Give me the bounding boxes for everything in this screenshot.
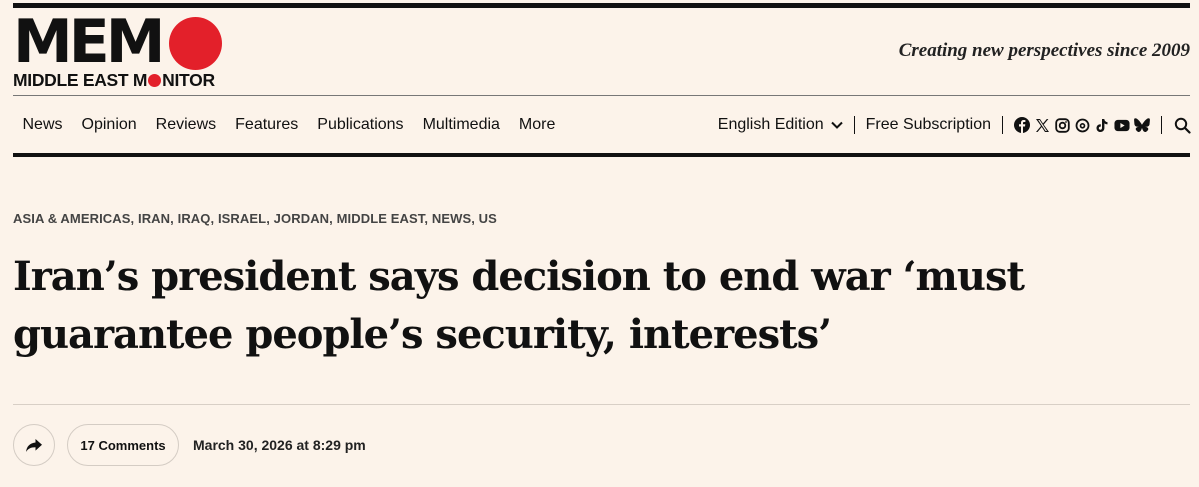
article-headline: Iran’s president says decision to end wa…: [13, 248, 1113, 364]
category-link[interactable]: ASIA & AMERICAS: [13, 211, 131, 226]
headline-line-2: guarantee people’s security, interests’: [13, 311, 832, 358]
category-link[interactable]: MIDDLE EAST: [337, 211, 425, 226]
nav-separator: [1161, 116, 1162, 134]
edition-label: English Edition: [717, 116, 824, 133]
nav-item-opinion[interactable]: Opinion: [72, 116, 146, 134]
category-list: ASIA & AMERICAS, IRAN, IRAQ, ISRAEL, JOR…: [13, 211, 497, 226]
instagram-icon[interactable]: [1054, 117, 1070, 133]
nav-item-reviews[interactable]: Reviews: [146, 116, 225, 134]
nav-item-more[interactable]: More: [509, 116, 564, 134]
share-arrow-icon: [26, 438, 42, 452]
logo-o-dot-icon: [148, 74, 162, 87]
search-icon[interactable]: [1173, 116, 1191, 134]
header-divider: [13, 95, 1190, 96]
facebook-icon[interactable]: [1014, 117, 1030, 133]
chevron-down-icon: [830, 121, 843, 129]
main-nav: News Opinion Reviews Features Publicatio…: [13, 110, 565, 140]
youtube-icon[interactable]: [1114, 117, 1130, 133]
memo-logo[interactable]: MEM MIDDLE EAST M NITOR: [13, 8, 228, 90]
social-links: [1014, 117, 1150, 133]
headline-line-1: Iran’s president says decision to end wa…: [13, 253, 1025, 300]
logo-red-dot: [169, 17, 222, 70]
nav-separator: [1002, 116, 1003, 134]
top-border: [13, 3, 1190, 8]
meta-divider: [13, 404, 1190, 405]
category-link[interactable]: NEWS: [432, 211, 471, 226]
category-link[interactable]: JORDAN: [274, 211, 330, 226]
tagline: Creating new perspectives since 2009: [898, 40, 1190, 61]
edition-dropdown[interactable]: English Edition: [718, 116, 843, 134]
comments-button[interactable]: 17 Comments: [67, 424, 179, 466]
publish-date: March 30, 2026 at 8:29 pm: [193, 437, 366, 453]
free-subscription-link[interactable]: Free Subscription: [866, 116, 991, 134]
x-icon[interactable]: [1034, 117, 1050, 133]
category-link[interactable]: IRAQ: [178, 211, 211, 226]
bluesky-icon[interactable]: [1134, 117, 1150, 133]
logo-wordmark: MEM: [13, 7, 165, 77]
threads-icon[interactable]: [1074, 117, 1090, 133]
nav-item-features[interactable]: Features: [226, 116, 308, 134]
logo-subtitle: MIDDLE EAST M NITOR: [13, 70, 215, 90]
nav-divider: [13, 153, 1190, 157]
nav-item-news[interactable]: News: [13, 116, 72, 134]
category-link[interactable]: IRAN: [138, 211, 170, 226]
nav-right: English Edition Free Subscription: [718, 110, 1191, 140]
nav-item-multimedia[interactable]: Multimedia: [413, 116, 509, 134]
tiktok-icon[interactable]: [1094, 117, 1110, 133]
category-link[interactable]: ISRAEL: [218, 211, 266, 226]
nav-item-publications[interactable]: Publications: [308, 116, 413, 134]
category-link[interactable]: US: [479, 211, 497, 226]
share-button[interactable]: [13, 424, 55, 466]
nav-separator: [853, 116, 855, 134]
